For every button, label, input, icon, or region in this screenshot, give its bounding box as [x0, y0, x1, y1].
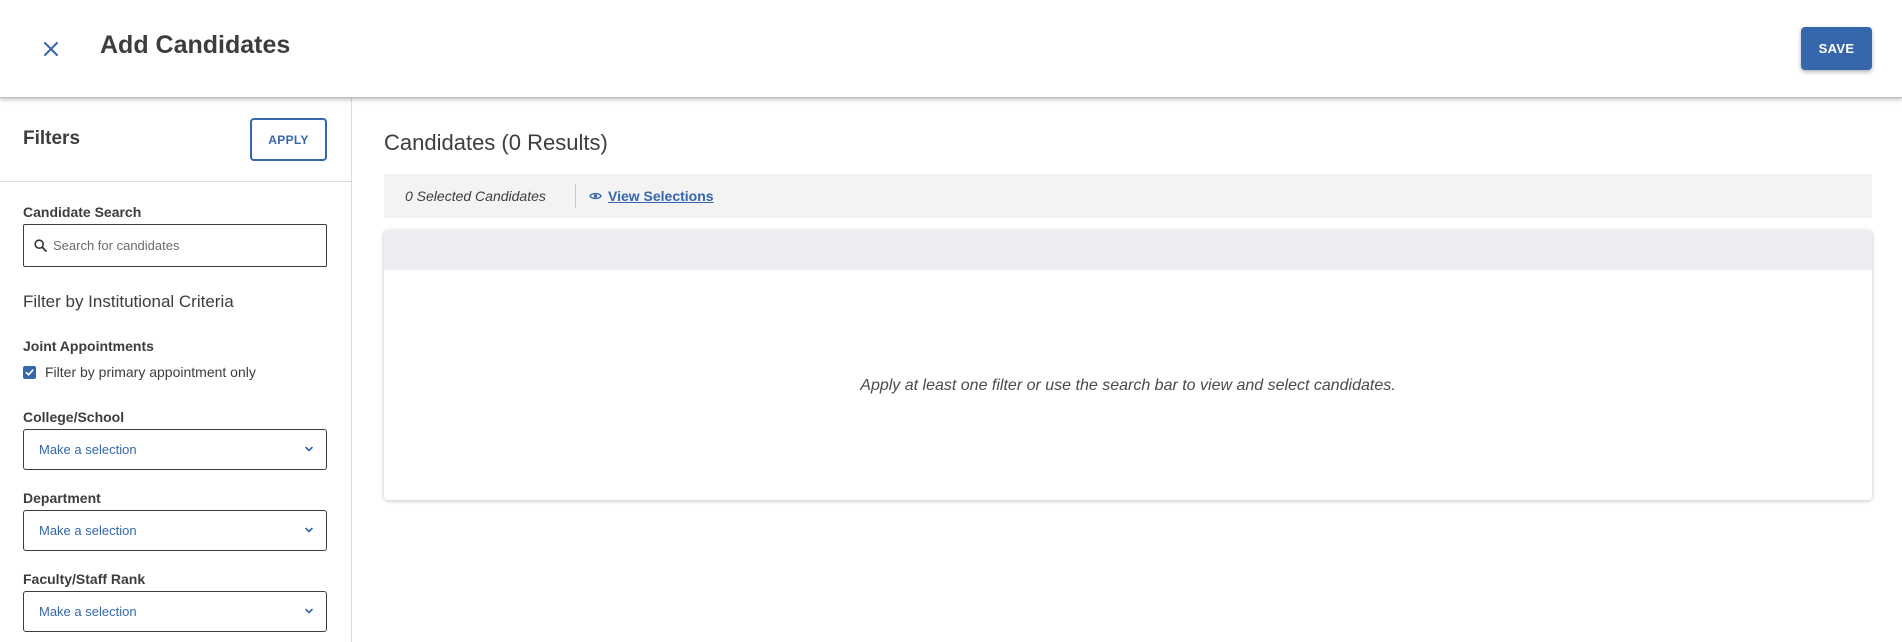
candidate-search-box[interactable] [23, 224, 327, 267]
candidate-search-input[interactable] [53, 238, 313, 253]
results-panel: Apply at least one filter or use the sea… [384, 230, 1872, 500]
department-select-value: Make a selection [39, 523, 137, 538]
college-school-select-value: Make a selection [39, 442, 137, 457]
faculty-staff-rank-select-value: Make a selection [39, 604, 137, 619]
selection-bar: 0 Selected Candidates View Selections [384, 174, 1872, 218]
chevron-down-icon [305, 608, 313, 614]
faculty-staff-rank-select[interactable]: Make a selection [23, 591, 327, 632]
filters-title: Filters [23, 128, 81, 149]
primary-appointment-checkbox-label: Filter by primary appointment only [45, 364, 256, 380]
college-school-select[interactable]: Make a selection [23, 429, 327, 470]
check-icon [25, 368, 34, 376]
department-label: Department [23, 490, 101, 506]
search-icon [34, 239, 47, 252]
candidate-search-label: Candidate Search [23, 204, 142, 220]
department-select[interactable]: Make a selection [23, 510, 327, 551]
apply-button[interactable]: APPLY [250, 118, 327, 161]
filters-header: Filters APPLY [0, 98, 351, 182]
save-button[interactable]: SAVE [1801, 27, 1872, 70]
college-school-label: College/School [23, 409, 125, 425]
primary-appointment-checkbox[interactable] [23, 365, 36, 379]
chevron-down-icon [305, 446, 313, 452]
institutional-criteria-heading: Filter by Institutional Criteria [23, 292, 234, 311]
joint-appointments-label: Joint Appointments [23, 338, 154, 354]
chevron-down-icon [305, 527, 313, 533]
view-selections-link[interactable]: View Selections [589, 188, 714, 204]
empty-state-message: Apply at least one filter or use the sea… [860, 377, 1396, 394]
results-title: Candidates (0 Results) [384, 130, 608, 155]
close-icon [44, 42, 58, 56]
filters-sidebar: Filters APPLY Candidate Search Filter by… [0, 98, 352, 642]
results-panel-header [384, 230, 1872, 270]
selected-count: 0 Selected Candidates [405, 188, 546, 204]
selection-bar-divider [575, 184, 576, 208]
page-header: Add Candidates SAVE [0, 0, 1902, 98]
close-button[interactable] [36, 34, 66, 64]
faculty-staff-rank-label: Faculty/Staff Rank [23, 571, 146, 587]
page-title: Add Candidates [100, 31, 291, 59]
eye-icon [589, 192, 602, 200]
primary-appointment-checkbox-row[interactable]: Filter by primary appointment only [23, 364, 256, 380]
view-selections-label: View Selections [608, 188, 714, 204]
